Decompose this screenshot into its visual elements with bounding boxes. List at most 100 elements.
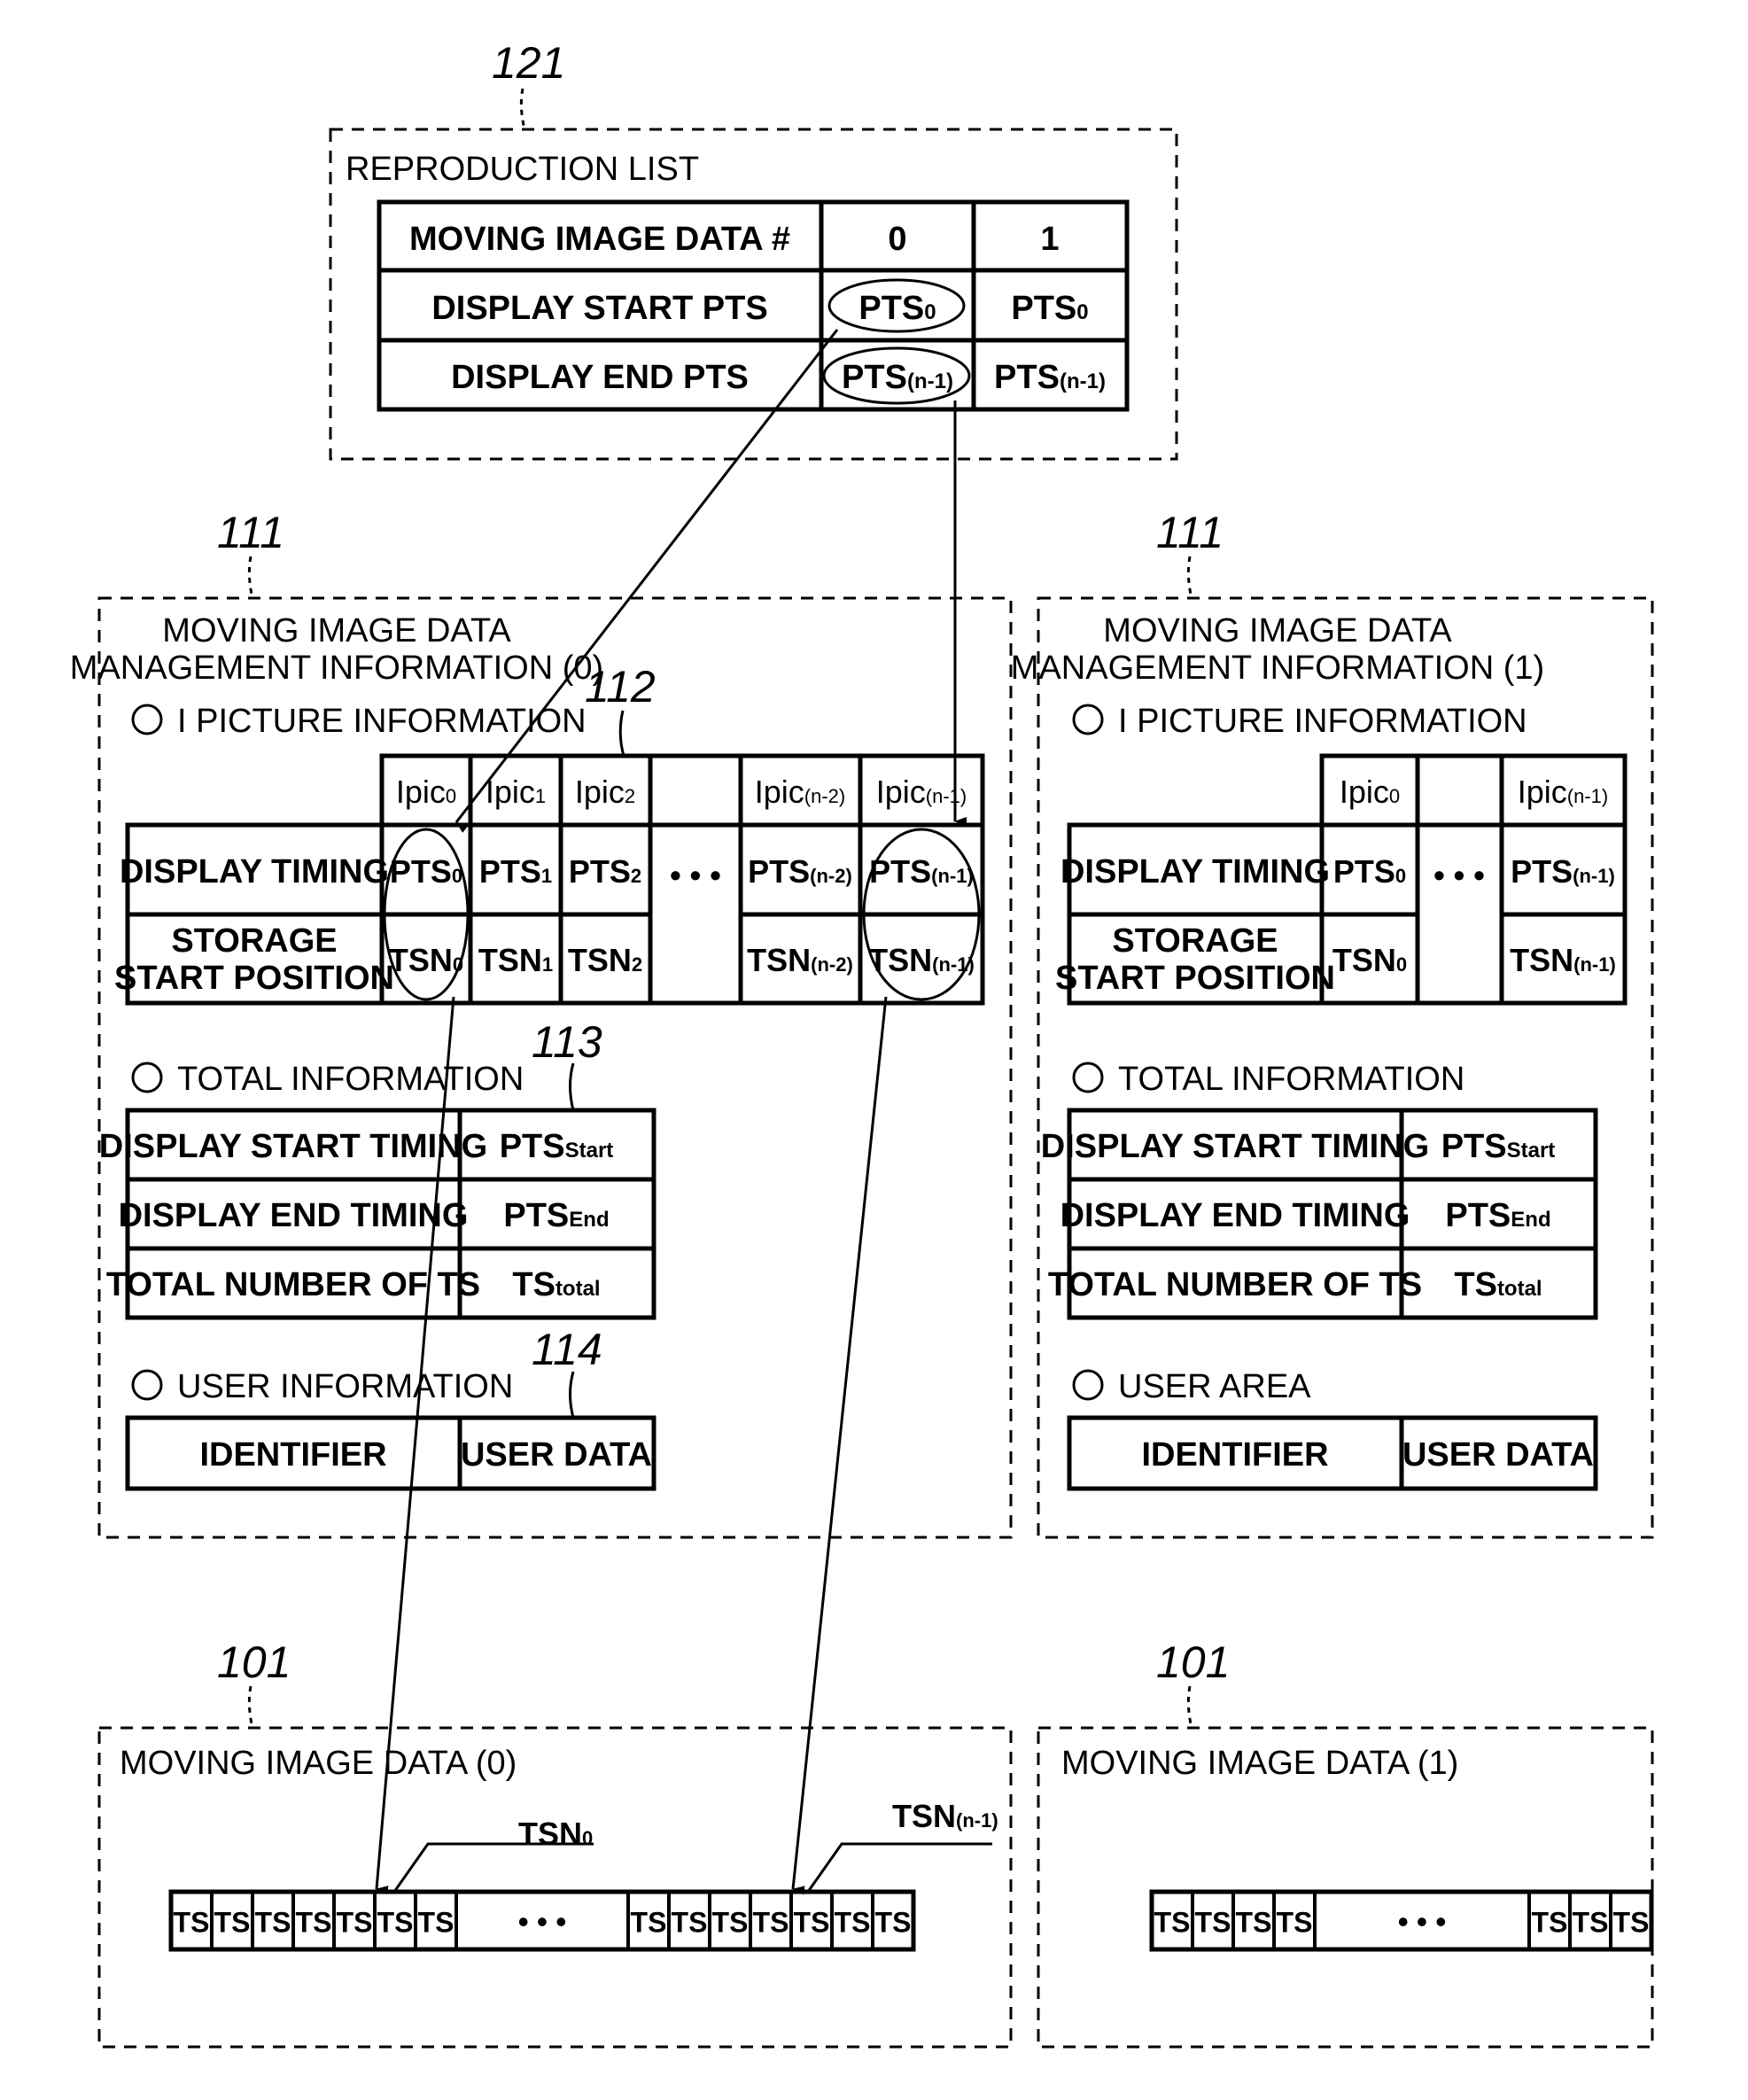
table-row-label: TOTAL NUMBER OF TS — [1048, 1266, 1422, 1303]
tsn-cell: TSN(n-2) — [747, 942, 853, 978]
tsn-cell: TSN(n-1) — [1510, 942, 1616, 978]
ref-label-111: 111 — [217, 508, 284, 557]
ref-leader-112 — [618, 710, 625, 757]
callout-tsn0: TSN0 — [518, 1816, 593, 1852]
ts-packet: TS — [418, 1907, 454, 1939]
management-title-line1: MOVING IMAGE DATA — [1103, 612, 1452, 649]
ts-packet: TS — [337, 1907, 373, 1939]
ref-label-114: 114 — [532, 1325, 602, 1374]
ts-packet: TS — [377, 1907, 414, 1939]
ref-leader-111 — [247, 556, 254, 599]
table-cell: PTS0 — [858, 290, 936, 327]
row-label-start-position: START POSITION — [1055, 960, 1335, 997]
tsn-cell: TSN1 — [478, 942, 553, 978]
table-cell: 0 — [888, 221, 906, 258]
table-cell: IDENTIFIER — [199, 1436, 386, 1474]
ref-label-121: 121 — [492, 38, 565, 88]
ts-packet: TS — [255, 1907, 291, 1939]
tsn-cell: TSN(n-1) — [868, 942, 975, 978]
ts-ellipsis: • • • — [1398, 1906, 1447, 1940]
ts-packet: TS — [174, 1907, 210, 1939]
table-cell: 1 — [1040, 221, 1059, 258]
bullet-circle-icon — [131, 704, 163, 735]
tsn-cell: TSN2 — [568, 942, 642, 978]
ipic-header: Ipic(n-2) — [755, 774, 845, 810]
ref-label-112: 112 — [585, 662, 656, 712]
ref-leader-111 — [1186, 556, 1193, 599]
table-cell: PTS0 — [1011, 290, 1088, 327]
pts-cell: PTS2 — [569, 853, 641, 890]
row-label-storage: STORAGE — [1112, 922, 1278, 960]
table-cell: TStotal — [1454, 1266, 1542, 1303]
pts-cell: PTS(n-1) — [1511, 853, 1615, 890]
total-info-heading: TOTAL INFORMATION — [1118, 1061, 1464, 1098]
bullet-circle-icon — [131, 1369, 163, 1401]
table-row-label: DISPLAY END TIMING — [1060, 1197, 1410, 1234]
moving-image-data-title: MOVING IMAGE DATA (0) — [120, 1745, 517, 1782]
ref-leader-101 — [247, 1685, 254, 1729]
ts-packet: TS — [835, 1907, 871, 1939]
ref-leader-101 — [1186, 1685, 1193, 1729]
table-row-label: DISPLAY END PTS — [451, 359, 749, 396]
table-row-label: MOVING IMAGE DATA # — [409, 221, 790, 258]
i-picture-table: DISPLAY TIMING STORAGE START POSITION Ip… — [114, 753, 985, 1006]
tsn-cell: TSN0 — [389, 942, 463, 978]
pts-cell: PTS0 — [1333, 853, 1406, 890]
ts-packet: TS — [214, 1907, 251, 1939]
user-area-table: IDENTIFIER USER DATA — [1067, 1415, 1598, 1491]
user-info-heading: USER INFORMATION — [177, 1368, 513, 1405]
ts-packet: TS — [1154, 1907, 1191, 1939]
bullet-circle-icon — [1072, 704, 1104, 735]
moving-image-data-1: 101 MOVING IMAGE DATA (1) TS TS TS TS • • • T… — [1037, 1637, 1654, 2049]
table-cell: PTSEnd — [1445, 1197, 1550, 1234]
pts-cell: PTS1 — [479, 853, 552, 890]
ts-packet: TS — [631, 1907, 667, 1939]
pts-cell: PTS0 — [390, 853, 462, 890]
management-title-line1: MOVING IMAGE DATA — [162, 612, 511, 649]
ipic-header: Ipic2 — [575, 774, 635, 810]
reproduction-list-table: MOVING IMAGE DATA # DISPLAY START PTS DI… — [377, 199, 1130, 412]
ellipsis: • • • — [670, 857, 721, 893]
bullet-circle-icon — [1072, 1062, 1104, 1093]
ellipsis: • • • — [1433, 857, 1485, 893]
management-info-0: 111 MOVING IMAGE DATA MANAGEMENT INFORMA… — [70, 508, 1013, 1539]
management-info-1: 111 MOVING IMAGE DATA MANAGEMENT INFORMA… — [1011, 508, 1654, 1539]
arrow-tsn-n-1-to-ts-packet — [791, 996, 888, 1895]
table-cell: USER DATA — [1402, 1436, 1594, 1474]
diagram-canvas: 121 REPRODUCTION LIST MOVING IMAGE DATA … — [70, 38, 1654, 2049]
moving-image-data-0: 101 MOVING IMAGE DATA (0) TS TS TS TS TS TS TS… — [97, 1637, 1013, 2049]
arrow-pts0-to-ipic0 — [454, 329, 839, 833]
table-row-label: DISPLAY END TIMING — [119, 1197, 469, 1234]
ref-label-113: 113 — [532, 1017, 602, 1067]
row-label-start-position: START POSITION — [114, 960, 394, 997]
ref-label-111: 111 — [1156, 508, 1224, 557]
ref-label-101: 101 — [217, 1637, 291, 1687]
row-label-display-timing: DISPLAY TIMING — [1060, 853, 1330, 891]
table-cell: PTSStart — [1441, 1128, 1556, 1165]
callout-leader-tsn-n-1 — [806, 1842, 992, 1893]
ipic-header: Ipic0 — [1340, 774, 1400, 810]
table-row-label: TOTAL NUMBER OF TS — [106, 1266, 480, 1303]
user-info-table: IDENTIFIER USER DATA — [125, 1415, 656, 1491]
ts-packet: TS — [1277, 1907, 1313, 1939]
i-picture-heading: I PICTURE INFORMATION — [1118, 703, 1527, 740]
user-area-heading: USER AREA — [1118, 1368, 1311, 1405]
ts-packet: TS — [1236, 1907, 1272, 1939]
ipic-header: Ipic1 — [486, 774, 546, 810]
ts-packet: TS — [794, 1907, 830, 1939]
ts-ellipsis: • • • — [518, 1906, 567, 1940]
ref-leader-113 — [569, 1062, 575, 1111]
table-cell: PTSEnd — [503, 1197, 609, 1234]
table-row-label: DISPLAY START TIMING — [99, 1128, 487, 1165]
reproduction-list-group: 121 REPRODUCTION LIST MOVING IMAGE DATA … — [329, 38, 1178, 461]
ts-packet: TS — [1532, 1907, 1568, 1939]
ipic-header: Ipic0 — [396, 774, 456, 810]
ts-packet: TS — [1195, 1907, 1231, 1939]
ipic-header: Ipic(n-1) — [1518, 774, 1608, 810]
ts-packet: TS — [672, 1907, 708, 1939]
management-title-line2: MANAGEMENT INFORMATION (0) — [70, 649, 603, 687]
pts-cell: PTS(n-1) — [869, 853, 974, 890]
total-info-heading: TOTAL INFORMATION — [177, 1061, 524, 1098]
ts-packet: TS — [875, 1907, 912, 1939]
i-picture-table: DISPLAY TIMING STORAGE START POSITION Ip… — [1055, 753, 1628, 1006]
